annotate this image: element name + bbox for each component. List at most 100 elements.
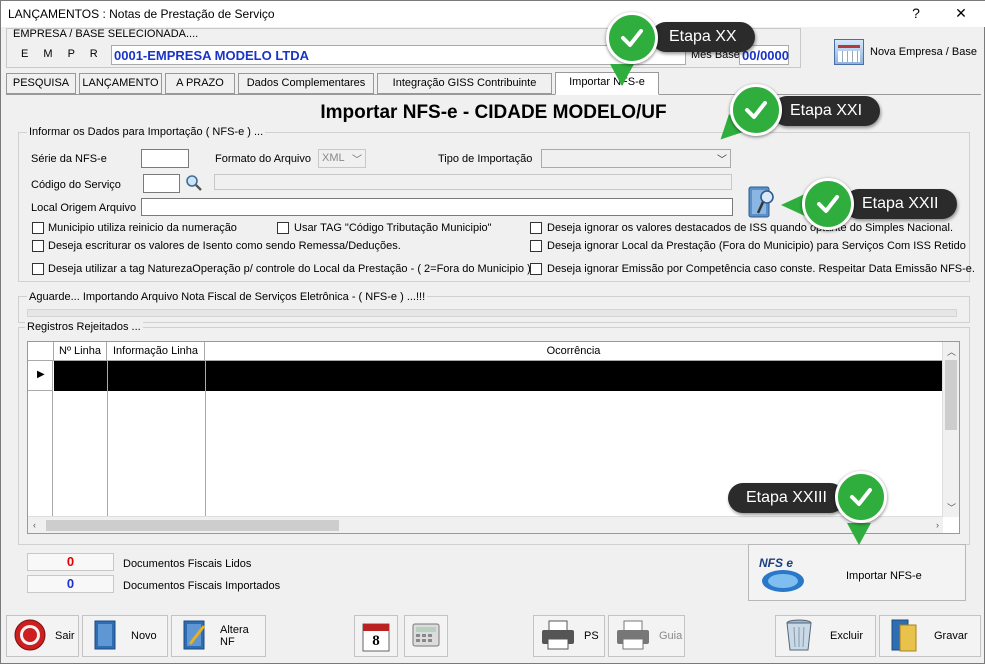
vertical-scroll-thumb[interactable] — [945, 360, 957, 430]
checkbox-reinicio-numeracao[interactable] — [32, 222, 44, 234]
calendar-button[interactable]: 8 — [354, 615, 398, 657]
local-origem-input[interactable] — [141, 198, 733, 216]
vertical-scrollbar[interactable]: ︿ ﹀ — [942, 342, 959, 517]
calculator-button[interactable] — [404, 615, 448, 657]
main-window: LANÇAMENTOS : Notas de Prestação de Serv… — [0, 0, 985, 664]
import-data-group-label: Informar os Dados para Importação ( NFS-… — [27, 126, 266, 138]
checkbox-label: Usar TAG "Código Tributação Municipio" — [294, 222, 492, 234]
checkbox-natureza-operacao[interactable] — [32, 263, 44, 275]
lidos-label: Documentos Fiscais Lidos — [123, 558, 252, 570]
close-button[interactable]: ✕ — [951, 5, 971, 22]
checkbox-label: Deseja ignorar os valores destacados de … — [547, 222, 954, 234]
sair-label: Sair — [55, 630, 75, 642]
tab-integracao-giss[interactable]: Integração GISS Contribuinte — [377, 73, 552, 94]
tab-dados-complementares[interactable]: Dados Complementares — [238, 73, 374, 94]
scroll-right-icon[interactable]: › — [936, 520, 939, 530]
formato-select[interactable]: XML ﹀ — [318, 149, 366, 168]
printer-icon — [540, 619, 576, 654]
scroll-down-icon[interactable]: ﹀ — [947, 501, 956, 514]
rejected-group-label: Registros Rejeitados ... — [25, 321, 143, 333]
callout-pointer — [610, 64, 634, 86]
search-icon[interactable] — [185, 174, 205, 194]
check-icon — [606, 12, 658, 64]
ps-button[interactable]: PS — [533, 615, 605, 657]
check-icon — [802, 178, 854, 230]
gravar-button[interactable]: Gravar — [879, 615, 981, 657]
nfse-logo-text: NFS e — [759, 556, 793, 570]
checkbox-label: Deseja ignorar Emissão por Competência c… — [547, 263, 975, 275]
nova-empresa-button[interactable]: Nova Empresa / Base — [834, 39, 977, 65]
callout-etapa-xxiii: Etapa XXIII — [728, 483, 845, 513]
tipo-importacao-select[interactable]: ﹀ — [541, 149, 731, 168]
importar-nfse-button[interactable]: NFS e Importar NFS-e — [748, 544, 966, 601]
row-header[interactable]: ▶ — [28, 361, 53, 391]
nfse-logo-icon: NFS e — [757, 551, 807, 595]
column-divider — [205, 361, 206, 516]
checkbox-label: Deseja ignorar Local da Prestação (Fora … — [547, 240, 966, 252]
excluir-label: Excluir — [830, 630, 864, 642]
formato-label: Formato do Arquivo — [215, 153, 311, 165]
browse-folder-button[interactable] — [747, 183, 777, 221]
nova-empresa-label: Nova Empresa / Base — [870, 46, 977, 58]
column-header-ocorrencia[interactable]: Ocorrência — [205, 342, 943, 361]
codigo-servico-description — [214, 174, 732, 190]
altera-nf-label: Altera NF — [220, 624, 249, 648]
excluir-button[interactable]: Excluir — [775, 615, 876, 657]
codigo-servico-input[interactable] — [143, 174, 180, 193]
trash-icon — [782, 617, 816, 656]
check-icon — [730, 84, 782, 136]
callout-etapa-xxi: Etapa XXI — [772, 96, 881, 126]
scroll-left-icon[interactable]: ‹ — [33, 520, 36, 530]
column-header-linha[interactable]: Nº Linha — [54, 342, 107, 361]
serie-input[interactable] — [141, 149, 189, 168]
empresa-name-field: 0001-EMPRESA MODELO LTDA — [111, 45, 686, 65]
ps-label: PS — [584, 630, 599, 642]
altera-nf-button[interactable]: Altera NF — [171, 615, 266, 657]
tab-a-prazo[interactable]: A PRAZO — [165, 73, 235, 94]
progress-bar — [27, 309, 957, 317]
calendar-icon: 8 — [362, 620, 390, 652]
table-row[interactable] — [54, 361, 959, 391]
guia-label: Guia — [659, 630, 683, 642]
checkbox-isento-remessa[interactable] — [32, 240, 44, 252]
lidos-counter: 0 — [27, 553, 114, 571]
checkbox-ignorar-local-prestacao[interactable] — [530, 240, 542, 252]
new-document-icon — [89, 618, 123, 655]
printer-icon — [615, 619, 651, 654]
empresa-header: EMPRESA / BASE SELECIONADA.... — [13, 28, 199, 40]
sair-button[interactable]: Sair — [6, 615, 79, 657]
tab-baseline — [6, 94, 981, 95]
importados-label: Documentos Fiscais Importados — [123, 580, 281, 592]
chevron-down-icon: ﹀ — [717, 155, 727, 166]
checkbox-ignorar-iss-simples[interactable] — [530, 222, 542, 234]
checkbox-ignorar-competencia[interactable] — [530, 263, 542, 275]
save-folder-icon — [886, 617, 920, 656]
importados-counter: 0 — [27, 575, 114, 593]
chevron-down-icon: ﹀ — [352, 155, 362, 166]
formato-value: XML — [322, 152, 345, 164]
guia-button[interactable]: Guia — [608, 615, 685, 657]
callout-etapa-xxii: Etapa XXII — [844, 189, 957, 219]
grid-corner — [28, 342, 54, 361]
horizontal-scroll-thumb[interactable] — [46, 520, 339, 531]
checkbox-label: Municipio utiliza reinicio da numeração — [48, 222, 237, 234]
serie-label: Série da NFS-e — [31, 153, 107, 165]
importar-nfse-label: Importar NFS-e — [846, 570, 922, 582]
tab-pesquisa[interactable]: PESQUISA — [6, 73, 76, 94]
checkbox-tag-codigo-tributacao[interactable] — [277, 222, 289, 234]
row-pointer-icon: ▶ — [37, 369, 45, 380]
row-header-area — [28, 391, 53, 516]
scroll-up-icon[interactable]: ︿ — [947, 345, 956, 358]
help-button[interactable]: ? — [906, 5, 926, 21]
tipo-label: Tipo de Importação — [438, 153, 533, 165]
tab-importar-nfse[interactable]: Importar NFS-e — [555, 72, 659, 95]
check-icon — [835, 471, 887, 523]
tab-lancamento[interactable]: LANÇAMENTO — [79, 73, 162, 94]
title-bar: LANÇAMENTOS : Notas de Prestação de Serv… — [1, 1, 985, 27]
horizontal-scrollbar[interactable]: ‹ › — [28, 516, 943, 533]
novo-button[interactable]: Novo — [82, 615, 168, 657]
edit-document-icon — [178, 618, 212, 655]
column-header-informacao[interactable]: Informação Linha — [107, 342, 205, 361]
checkbox-label: Deseja escriturar os valores de Isento c… — [48, 240, 401, 252]
codigo-servico-label: Código do Serviço — [31, 179, 121, 191]
